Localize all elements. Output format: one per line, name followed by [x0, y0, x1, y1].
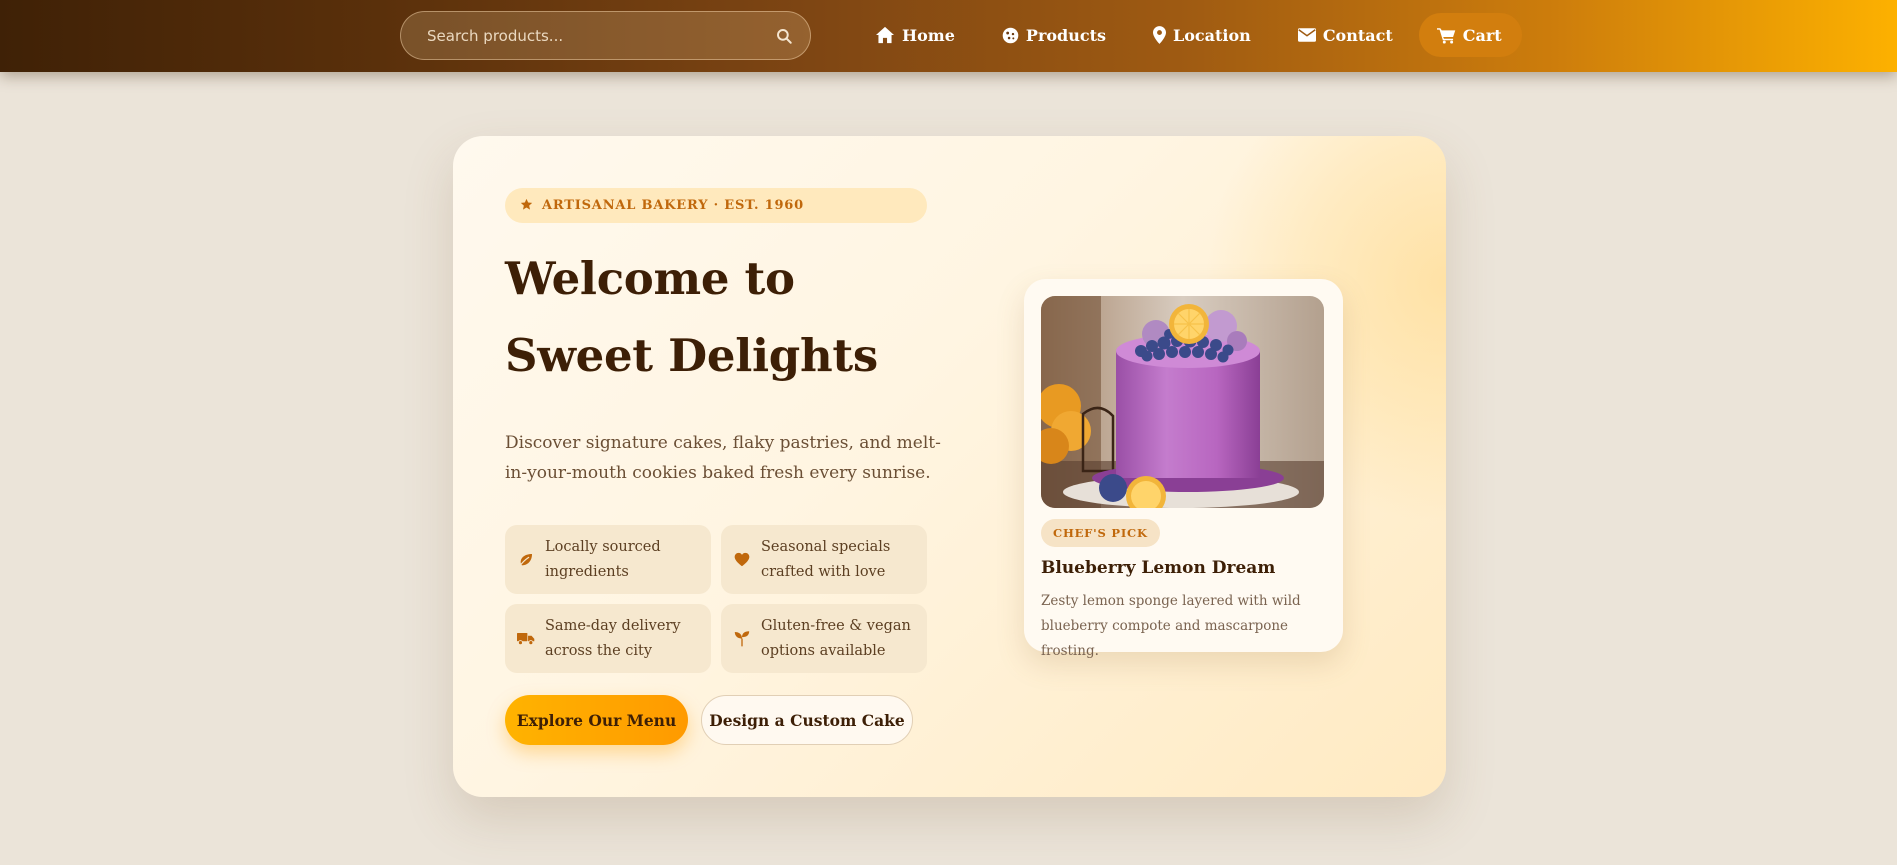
product-image [1041, 296, 1324, 508]
map-pin-icon [1153, 26, 1166, 44]
star-icon [520, 196, 533, 215]
feature-text: Gluten-free & vegan options available [761, 617, 911, 659]
home-icon [875, 26, 895, 44]
nav-home[interactable]: Home [875, 13, 968, 57]
feature-item: Locally sourced ingredients [505, 525, 711, 594]
seedling-icon [733, 630, 751, 648]
hero-title-line-1: Welcome to [505, 252, 795, 305]
feature-text: Locally sourced ingredients [545, 538, 661, 580]
product-name: Blueberry Lemon Dream [1041, 558, 1276, 578]
nav-location-label: Location [1173, 25, 1251, 45]
custom-cake-button[interactable]: Design a Custom Cake [701, 695, 913, 745]
truck-icon [517, 630, 535, 648]
nav-cart[interactable]: Cart [1418, 13, 1522, 57]
bakery-badge-text: ARTISANAL BAKERY · EST. 1960 [542, 198, 804, 213]
nav-contact[interactable]: Contact [1285, 13, 1406, 57]
search-icon[interactable] [774, 26, 794, 46]
feature-grid: Locally sourced ingredients Seasonal spe… [505, 525, 928, 673]
feature-item: Seasonal specials crafted with love [721, 525, 927, 594]
nav-contact-label: Contact [1322, 25, 1393, 45]
leaf-icon [517, 551, 535, 569]
cookie-icon [1002, 27, 1019, 44]
hero-card: ARTISANAL BAKERY · EST. 1960 Welcome to … [453, 136, 1446, 797]
nav-products[interactable]: Products [989, 13, 1119, 57]
search-input[interactable] [425, 25, 774, 46]
feature-text: Same-day delivery across the city [545, 617, 681, 659]
feature-item: Gluten-free & vegan options available [721, 604, 927, 673]
bakery-badge: ARTISANAL BAKERY · EST. 1960 [505, 188, 927, 223]
heart-icon [733, 551, 751, 569]
nav-home-label: Home [902, 25, 955, 45]
cart-icon [1436, 27, 1456, 44]
hero-subtitle: Discover signature cakes, flaky pastries… [505, 433, 941, 483]
nav-cart-label: Cart [1462, 25, 1502, 45]
search-box[interactable] [400, 11, 811, 60]
product-description: Zesty lemon sponge layered with wild blu… [1041, 593, 1301, 659]
main-navigation: Home Products Location Contact Cart [875, 13, 1522, 57]
chefs-pick-badge: CHEF'S PICK [1041, 519, 1160, 547]
nav-location[interactable]: Location [1140, 13, 1264, 57]
nav-products-label: Products [1025, 25, 1106, 45]
explore-menu-button[interactable]: Explore Our Menu [505, 695, 688, 745]
top-navigation-bar: Home Products Location Contact Cart [0, 0, 1897, 72]
feature-text: Seasonal specials crafted with love [761, 538, 891, 580]
feature-item: Same-day delivery across the city [505, 604, 711, 673]
featured-product-card[interactable]: CHEF'S PICK Blueberry Lemon Dream Zesty … [1024, 279, 1343, 659]
hero-title: Welcome to Sweet Delights [505, 240, 878, 394]
envelope-icon [1297, 28, 1316, 42]
hero-title-line-2: Sweet Delights [505, 329, 878, 382]
